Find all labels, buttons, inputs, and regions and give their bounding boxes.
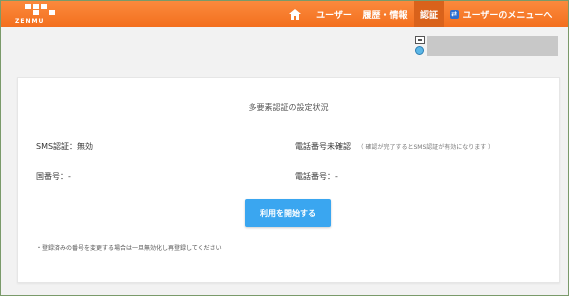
nav-user-menu-label: ユーザーのメニューへ xyxy=(462,10,553,21)
user-info-redacted xyxy=(427,36,558,56)
home-icon xyxy=(289,8,301,20)
user-menu-icon: ⇄ xyxy=(449,9,459,19)
phone-number: 電話番号：- xyxy=(295,172,338,181)
nav-users-label: ユーザー xyxy=(316,10,352,21)
nav-history-info[interactable]: 履歴・情報 xyxy=(359,1,411,27)
top-nav-bar: ZENMU ユーザー 履歴・情報 認証 ⇄ ユーザーのメニューへ xyxy=(1,1,568,27)
footnote: ・登録済みの番号を変更する場合は一旦無効化し再登録してください xyxy=(36,245,222,252)
user-card-icon xyxy=(415,36,425,44)
sms-status: SMS認証：無効 xyxy=(36,142,94,151)
phone-status: 電話番号未確認 （ 確認が完了するとSMS認証が有効になります ） xyxy=(295,141,494,152)
home-button[interactable] xyxy=(283,1,307,27)
country-code: 国番号：- xyxy=(36,172,71,181)
phone-unconfirmed-label: 電話番号未確認 xyxy=(295,142,351,151)
nav-users[interactable]: ユーザー xyxy=(311,1,357,27)
phone-status-note: （ 確認が完了するとSMS認証が有効になります ） xyxy=(357,144,495,151)
nav-authentication[interactable]: 認証 xyxy=(414,1,444,27)
zenmu-logo[interactable]: ZENMU xyxy=(15,4,63,25)
card-title: 多要素認証の設定状況 xyxy=(248,103,329,112)
logo-text: ZENMU xyxy=(15,18,45,25)
nav-user-menu[interactable]: ⇄ ユーザーのメニューへ xyxy=(449,1,553,27)
nav-history-label: 履歴・情報 xyxy=(362,10,408,21)
start-using-button[interactable]: 利用を開始する xyxy=(245,199,331,227)
nav-auth-label: 認証 xyxy=(419,10,438,21)
user-status-icon xyxy=(415,46,424,55)
